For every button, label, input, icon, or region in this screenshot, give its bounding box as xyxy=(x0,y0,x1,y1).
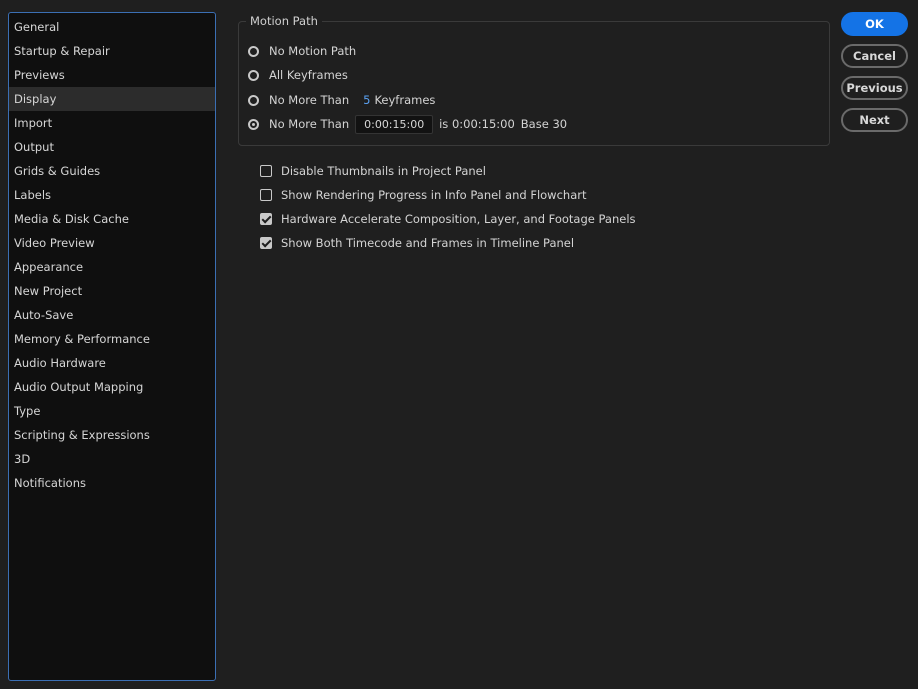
radio-no-more-than-time-row[interactable]: No More Than 0:00:15:00 is 0:00:15:00 Ba… xyxy=(248,114,567,134)
sidebar-item-startup-repair[interactable]: Startup & Repair xyxy=(9,39,215,63)
sidebar-item-video-preview[interactable]: Video Preview xyxy=(9,231,215,255)
sidebar-item-audio-hardware[interactable]: Audio Hardware xyxy=(9,351,215,375)
radio-no-motion-path-label: No Motion Path xyxy=(269,44,357,58)
sidebar-item-general[interactable]: General xyxy=(9,15,215,39)
preferences-dialog: General Startup & Repair Previews Displa… xyxy=(0,0,918,689)
radio-no-more-than-keyframes[interactable] xyxy=(248,94,259,106)
motion-path-group-title: Motion Path xyxy=(246,13,322,29)
sidebar-item-grids-guides[interactable]: Grids & Guides xyxy=(9,159,215,183)
sidebar-item-appearance[interactable]: Appearance xyxy=(9,255,215,279)
checkbox-disable-thumbnails-row[interactable]: Disable Thumbnails in Project Panel xyxy=(260,161,486,181)
checkbox-hardware-accelerate[interactable] xyxy=(260,213,272,225)
checkbox-hardware-accelerate-label: Hardware Accelerate Composition, Layer, … xyxy=(281,212,636,226)
preferences-category-list: General Startup & Repair Previews Displa… xyxy=(8,12,216,681)
time-input-field[interactable]: 0:00:15:00 xyxy=(355,114,434,134)
keyframes-unit-label: Keyframes xyxy=(374,93,436,107)
checkbox-show-timecode-frames-label: Show Both Timecode and Frames in Timelin… xyxy=(281,236,575,250)
sidebar-item-notifications[interactable]: Notifications xyxy=(9,471,215,495)
checkbox-show-timecode-frames-row[interactable]: Show Both Timecode and Frames in Timelin… xyxy=(260,233,574,253)
sidebar-item-audio-output-mapping[interactable]: Audio Output Mapping xyxy=(9,375,215,399)
sidebar-item-labels[interactable]: Labels xyxy=(9,183,215,207)
checkbox-disable-thumbnails-label: Disable Thumbnails in Project Panel xyxy=(281,164,486,178)
radio-no-more-than-keyframes-label: No More Than xyxy=(269,93,350,107)
radio-no-more-than-time-label: No More Than xyxy=(269,117,350,131)
previous-button[interactable]: Previous xyxy=(841,76,908,100)
radio-all-keyframes-label: All Keyframes xyxy=(269,68,348,82)
next-button[interactable]: Next xyxy=(841,108,908,132)
checkbox-show-rendering-progress-row[interactable]: Show Rendering Progress in Info Panel an… xyxy=(260,185,586,205)
sidebar-item-new-project[interactable]: New Project xyxy=(9,279,215,303)
radio-no-motion-path-row[interactable]: No Motion Path xyxy=(248,41,356,61)
sidebar-item-memory-performance[interactable]: Memory & Performance xyxy=(9,327,215,351)
radio-no-more-than-keyframes-row[interactable]: No More Than 5 Keyframes xyxy=(248,90,435,110)
sidebar-item-display[interactable]: Display xyxy=(9,87,215,111)
ok-button[interactable]: OK xyxy=(841,12,908,36)
sidebar-item-import[interactable]: Import xyxy=(9,111,215,135)
timebase-text: Base 30 xyxy=(520,117,568,131)
radio-all-keyframes-row[interactable]: All Keyframes xyxy=(248,65,348,85)
sidebar-item-output[interactable]: Output xyxy=(9,135,215,159)
time-equivalent-text: is 0:00:15:00 xyxy=(439,117,515,131)
sidebar-item-scripting-expressions[interactable]: Scripting & Expressions xyxy=(9,423,215,447)
sidebar-item-3d[interactable]: 3D xyxy=(9,447,215,471)
checkbox-show-rendering-progress[interactable] xyxy=(260,189,272,201)
sidebar-item-previews[interactable]: Previews xyxy=(9,63,215,87)
checkbox-hardware-accelerate-row[interactable]: Hardware Accelerate Composition, Layer, … xyxy=(260,209,636,229)
radio-no-more-than-time[interactable] xyxy=(248,118,259,130)
radio-all-keyframes[interactable] xyxy=(248,69,259,81)
checkbox-disable-thumbnails[interactable] xyxy=(260,165,272,177)
cancel-button[interactable]: Cancel xyxy=(841,44,908,68)
checkbox-show-rendering-progress-label: Show Rendering Progress in Info Panel an… xyxy=(281,188,587,202)
keyframe-count-scrubber[interactable]: 5 xyxy=(363,93,370,107)
sidebar-item-auto-save[interactable]: Auto-Save xyxy=(9,303,215,327)
sidebar-item-media-disk-cache[interactable]: Media & Disk Cache xyxy=(9,207,215,231)
checkbox-show-timecode-frames[interactable] xyxy=(260,237,272,249)
sidebar-item-type[interactable]: Type xyxy=(9,399,215,423)
radio-no-motion-path[interactable] xyxy=(248,45,259,57)
